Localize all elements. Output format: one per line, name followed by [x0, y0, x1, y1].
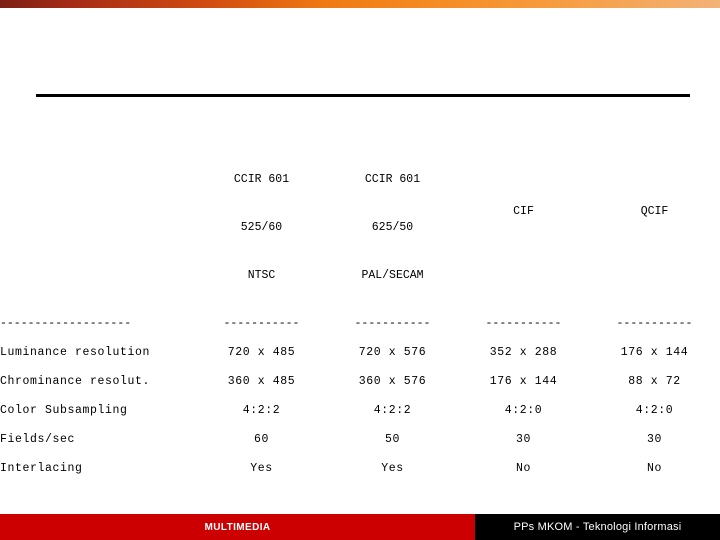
header-line-3: NTSC [247, 269, 276, 282]
header-cell-qcif: QCIF [589, 140, 720, 316]
cell-luminance-cif: 352 x 288 [489, 346, 558, 359]
title-divider-rule [36, 94, 690, 97]
cell-fields-ccir601-ntsc: 60 [253, 433, 269, 446]
row-label-chrominance-resolution: Chrominance resolut. [0, 375, 151, 388]
footer-program-label: PPs MKOM - Teknologi Informasi [513, 521, 682, 533]
separator-label: ------------------- [0, 317, 132, 330]
cell-interlacing-ccir601-ntsc: Yes [250, 462, 273, 475]
cell-subsampling-ccir601-pal: 4:2:2 [373, 404, 412, 417]
top-gradient-bar [0, 0, 720, 8]
cell-chrominance-cif: 176 x 144 [489, 375, 558, 388]
footer-right-band: PPs MKOM - Teknologi Informasi [475, 514, 720, 540]
row-label-color-subsampling: Color Subsampling [0, 404, 128, 417]
cell-interlacing-cif: No [515, 462, 531, 475]
cell-chrominance-qcif: 88 x 72 [628, 375, 681, 388]
header-cell-cif: CIF [458, 140, 589, 316]
cell-interlacing-ccir601-pal: Yes [381, 462, 404, 475]
footer-left-band: MULTIMEDIA [0, 514, 475, 540]
cell-luminance-ccir601-ntsc: 720 x 485 [227, 346, 296, 359]
separator-col-1: ----------- [223, 317, 300, 330]
table-row: Color Subsampling 4:2:2 4:2:2 4:2:0 4:2:… [0, 389, 720, 418]
cell-fields-qcif: 30 [646, 433, 662, 446]
header-line-2: 525/60 [240, 221, 283, 234]
separator-col-4: ----------- [616, 317, 693, 330]
separator-col-3: ----------- [485, 317, 562, 330]
slide-footer: MULTIMEDIA PPs MKOM - Teknologi Informas… [0, 514, 720, 540]
cell-luminance-qcif: 176 x 144 [620, 346, 689, 359]
header-line-3: PAL/SECAM [361, 269, 424, 282]
header-line-1: CCIR 601 [233, 173, 290, 186]
cell-chrominance-ccir601-pal: 360 x 576 [358, 375, 427, 388]
header-cell-ccir601-pal-secam: CCIR 601 625/50 PAL/SECAM [327, 140, 458, 316]
cell-subsampling-cif: 4:2:0 [504, 404, 543, 417]
cell-fields-ccir601-pal: 50 [384, 433, 400, 446]
cell-chrominance-ccir601-ntsc: 360 x 485 [227, 375, 296, 388]
cell-interlacing-qcif: No [646, 462, 662, 475]
table-row: Chrominance resolut. 360 x 485 360 x 576… [0, 360, 720, 389]
header-line-1: CCIR 601 [364, 173, 421, 186]
cell-subsampling-ccir601-ntsc: 4:2:2 [242, 404, 281, 417]
row-label-luminance-resolution: Luminance resolution [0, 346, 151, 359]
row-label-fields-per-sec: Fields/sec [0, 433, 76, 446]
cell-fields-cif: 30 [515, 433, 531, 446]
table-separator-row: ------------------- ----------- --------… [0, 316, 720, 331]
video-format-comparison-table: CCIR 601 525/60 NTSC CCIR 601 625/50 PAL… [0, 140, 720, 476]
row-label-interlacing: Interlacing [0, 462, 83, 475]
table-header-row: CCIR 601 525/60 NTSC CCIR 601 625/50 PAL… [0, 140, 720, 316]
cell-luminance-ccir601-pal: 720 x 576 [358, 346, 427, 359]
header-cell-ccir601-ntsc: CCIR 601 525/60 NTSC [196, 140, 327, 316]
header-line-1: QCIF [640, 205, 669, 218]
header-line-2: 625/50 [371, 221, 414, 234]
table-row: Fields/sec 60 50 30 30 [0, 418, 720, 447]
header-cell-empty [0, 140, 196, 316]
cell-subsampling-qcif: 4:2:0 [635, 404, 674, 417]
footer-subject-label: MULTIMEDIA [204, 521, 271, 533]
table-row: Luminance resolution 720 x 485 720 x 576… [0, 331, 720, 360]
separator-col-2: ----------- [354, 317, 431, 330]
table-row: Interlacing Yes Yes No No [0, 447, 720, 476]
header-line-1: CIF [513, 205, 534, 218]
